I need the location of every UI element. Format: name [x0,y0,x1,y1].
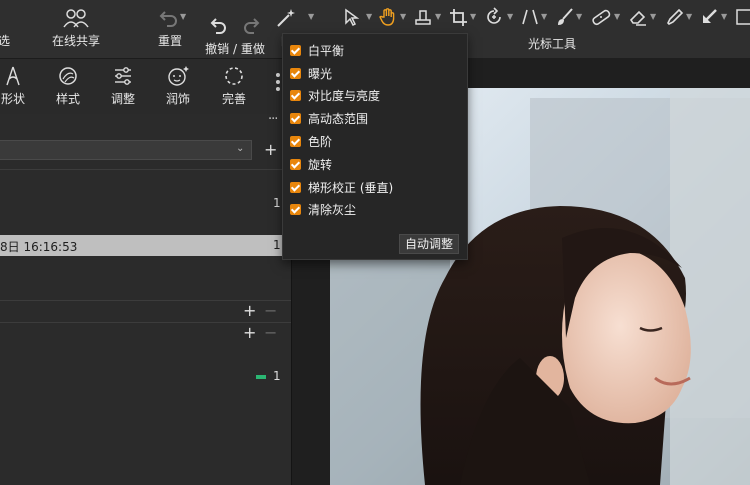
selected-row-date: 8日 16:16:53 [0,240,78,254]
menu-item-rotate[interactable]: 旋转 [290,155,332,173]
left-panel: ··· ⌄ + 1 8日 16:16:53 1 + − + − 1 [0,112,291,485]
shape-icon [6,66,20,86]
stamp-tool-icon[interactable] [413,8,433,26]
add-item-icon[interactable]: + [243,301,256,320]
style-button[interactable]: 样式 [53,65,83,107]
select-label: 选 [0,34,10,48]
perspective-tool-icon[interactable] [520,8,540,26]
bandage-chevron-icon[interactable]: ▼ [614,12,620,21]
arrow-select-icon[interactable] [343,8,363,26]
select-icon [0,8,14,28]
crop-tool-icon[interactable] [449,8,469,26]
rotate-tool-icon[interactable] [484,7,504,27]
select-button[interactable]: 选 [0,0,14,58]
checkbox-checked-icon[interactable] [290,135,301,147]
move-arrow-chevron-icon[interactable]: ▼ [721,12,727,21]
menu-item-label: 旋转 [308,157,333,172]
more-toolbar-icon[interactable] [276,73,280,91]
perspective-chevron-icon[interactable]: ▼ [541,12,547,21]
menu-item-white-balance[interactable]: 白平衡 [290,41,344,59]
eyedropper-tool-icon[interactable] [664,8,684,26]
shape-button[interactable]: 形状 [0,65,26,107]
reset-icon [159,11,177,27]
adjust-button[interactable]: 调整 [108,65,138,107]
menu-item-label: 曝光 [308,66,333,81]
auto-adjust-menu: 白平衡 曝光 对比度与亮度 高动态范围 色阶 旋转 梯形校正 (垂直) 清除灰尘… [282,33,468,260]
badge-count: 1 [273,369,281,383]
remove-item-icon[interactable]: − [264,301,277,320]
reset-button[interactable]: 重置 [150,0,190,58]
auto-chevron-icon[interactable]: ▼ [308,12,314,21]
hand-tool-icon[interactable] [378,7,398,27]
selected-row-count: 1 [273,238,281,252]
perfect-label: 完善 [221,92,246,106]
divider [0,169,291,170]
stamp-chevron-icon[interactable]: ▼ [435,12,441,21]
checkbox-checked-icon[interactable] [290,158,301,170]
menu-item-contrast-brightness[interactable]: 对比度与亮度 [290,86,380,104]
add-item-icon[interactable]: + [243,323,256,342]
text-tool-icon[interactable] [735,8,750,26]
menu-item-label: 梯形校正 (垂直) [308,180,394,195]
sliders-icon [115,67,131,85]
crop-chevron-icon[interactable]: ▼ [470,12,476,21]
style-icon [59,67,77,85]
menu-item-hdr[interactable]: 高动态范围 [290,109,368,127]
menu-item-label: 白平衡 [308,43,345,58]
move-arrow-tool-icon[interactable] [700,8,720,26]
menu-item-exposure[interactable]: 曝光 [290,64,332,82]
hand-chevron-icon[interactable]: ▼ [400,12,406,21]
remove-item-icon[interactable]: − [264,323,277,342]
arrow-chevron-icon[interactable]: ▼ [366,12,372,21]
checkbox-checked-icon[interactable] [290,67,301,79]
adjust-label: 调整 [110,92,135,106]
dropdown-chevron-icon: ⌄ [236,143,245,154]
auto-adjust-button[interactable]: 自动调整 [398,234,459,254]
retouch-label: 润饰 [165,92,190,106]
checkbox-checked-icon[interactable] [290,181,301,193]
perfect-circle-icon [225,67,243,85]
checkbox-checked-icon[interactable] [290,44,301,56]
magic-wand-icon [277,9,295,27]
menu-item-dust-removal[interactable]: 清除灰尘 [290,200,356,218]
eyedropper-chevron-icon[interactable]: ▼ [686,12,692,21]
retouch-face-icon [168,66,189,86]
menu-item-label: 色阶 [308,134,333,149]
panel-more-button[interactable]: ··· [268,112,278,127]
selected-row[interactable]: 8日 16:16:53 1 [0,235,282,256]
share-online-button[interactable]: 在线共享 [48,0,104,58]
reset-label: 重置 [157,34,182,48]
checkbox-checked-icon[interactable] [290,203,301,215]
shape-label: 形状 [0,92,25,106]
add-album-icon[interactable]: + [264,140,277,159]
menu-item-keystone-vertical[interactable]: 梯形校正 (垂直) [290,178,393,196]
menu-item-label: 清除灰尘 [308,202,357,217]
reset-chevron-icon[interactable]: ▼ [180,12,186,21]
menu-item-label: 高动态范围 [308,111,369,126]
checkbox-checked-icon[interactable] [290,112,301,124]
retouch-button[interactable]: 润饰 [163,65,193,107]
eraser-chevron-icon[interactable]: ▼ [650,12,656,21]
rotate-chevron-icon[interactable]: ▼ [507,12,513,21]
perfect-button[interactable]: 完善 [219,65,249,107]
brush-chevron-icon[interactable]: ▼ [576,12,582,21]
redo-icon[interactable] [242,16,260,36]
album-dropdown[interactable]: ⌄ [0,140,252,160]
style-label: 样式 [55,92,80,106]
share-online-label: 在线共享 [51,34,100,48]
secondary-toolbar: 形状 样式 调整 润饰 完善 [0,58,291,115]
brush-tool-icon[interactable] [555,8,575,26]
people-icon [63,9,89,28]
eraser-tool-icon[interactable] [628,8,648,26]
menu-item-label: 对比度与亮度 [308,88,381,103]
bandage-tool-icon[interactable] [590,8,612,26]
checkbox-checked-icon[interactable] [290,89,301,101]
menu-item-levels[interactable]: 色阶 [290,132,332,150]
undo-redo-button[interactable]: 撤销 / 重做 [204,0,266,58]
undo-redo-label: 撤销 / 重做 [205,42,265,56]
green-status-badge [256,375,266,379]
undo-icon[interactable] [210,16,228,36]
row-count: 1 [273,196,281,210]
cursor-tools-label: 光标工具 [528,37,577,51]
